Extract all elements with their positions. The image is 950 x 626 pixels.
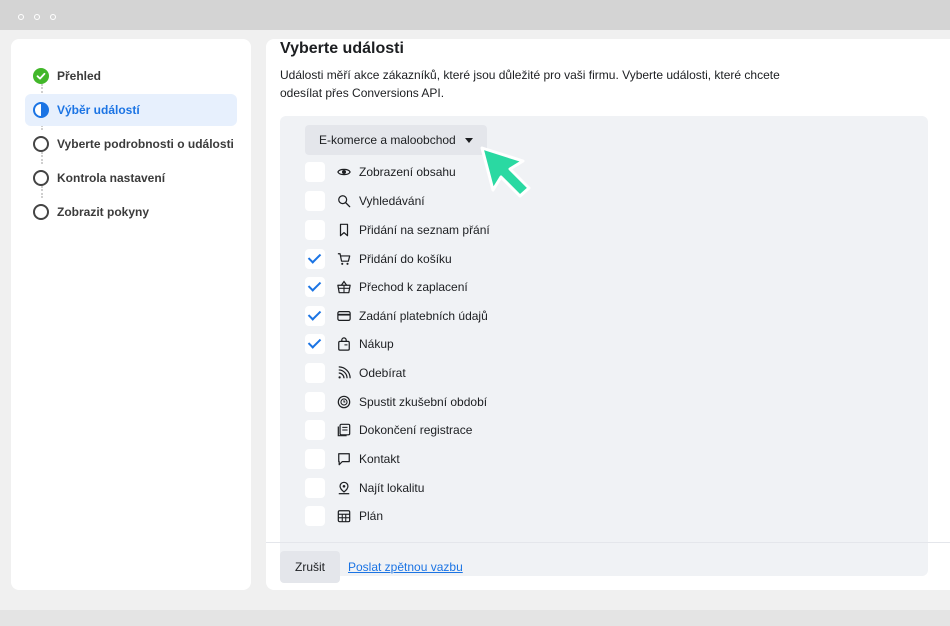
event-label: Přidání na seznam přání <box>359 223 490 237</box>
event-row-view-content[interactable]: Zobrazení obsahu <box>305 160 456 184</box>
step-label: Kontrola nastavení <box>57 171 166 185</box>
calendar-grid-icon <box>336 508 352 524</box>
eye-icon <box>336 164 352 180</box>
pointer-cursor-icon <box>480 144 532 203</box>
main-content: Vyberte události Události měří akce záka… <box>266 39 950 590</box>
event-row-initiate-checkout[interactable]: Přechod k zaplacení <box>305 275 468 299</box>
search-icon <box>336 193 352 209</box>
event-row-add-to-cart[interactable]: Přidání do košíku <box>305 247 452 271</box>
event-checkbox[interactable] <box>305 363 325 383</box>
shopping-bag-icon <box>336 336 352 352</box>
category-dropdown[interactable]: E-komerce a maloobchod <box>305 125 487 155</box>
credit-card-icon <box>336 308 352 324</box>
event-row-start-trial[interactable]: Spustit zkušební období <box>305 390 487 414</box>
event-label: Odebírat <box>359 366 406 380</box>
event-checkbox[interactable] <box>305 220 325 240</box>
event-label: Vyhledávání <box>359 194 425 208</box>
cancel-button[interactable]: Zrušit <box>280 551 340 583</box>
event-label: Dokončení registrace <box>359 423 473 437</box>
event-label: Zadání platebních údajů <box>359 309 488 323</box>
step-label: Přehled <box>57 69 102 83</box>
send-feedback-link[interactable]: Poslat zpětnou vazbu <box>348 551 463 583</box>
check-circle-icon <box>33 68 49 84</box>
event-label: Kontakt <box>359 452 400 466</box>
category-dropdown-value: E-komerce a maloobchod <box>319 133 456 147</box>
event-row-search[interactable]: Vyhledávání <box>305 189 425 213</box>
event-label: Spustit zkušební období <box>359 395 488 409</box>
window-minimize-dot[interactable] <box>34 14 40 20</box>
registration-icon <box>336 422 352 438</box>
trial-clock-icon <box>336 394 352 410</box>
event-checkbox[interactable] <box>305 449 325 469</box>
event-label: Najít lokalitu <box>359 481 425 495</box>
empty-circle-icon <box>33 204 49 220</box>
event-checkbox[interactable] <box>305 478 325 498</box>
window-bottom-strip <box>0 610 950 626</box>
event-row-purchase[interactable]: Nákup <box>305 332 394 356</box>
window-maximize-dot[interactable] <box>50 14 56 20</box>
event-row-contact[interactable]: Kontakt <box>305 447 400 471</box>
event-checkbox[interactable] <box>305 420 325 440</box>
event-row-subscribe[interactable]: Odebírat <box>305 361 406 385</box>
rss-icon <box>336 365 352 381</box>
events-panel: E-komerce a maloobchod Zobrazení obsahu … <box>280 116 928 576</box>
step-label: Vyberte podrobnosti o události <box>57 137 234 151</box>
event-label: Nákup <box>359 337 394 351</box>
basket-icon <box>336 279 352 295</box>
event-row-schedule[interactable]: Plán <box>305 504 383 528</box>
step-review-settings[interactable]: Kontrola nastavení <box>25 162 237 194</box>
bookmark-icon <box>336 222 352 238</box>
half-circle-icon <box>33 102 49 118</box>
event-checkbox[interactable] <box>305 191 325 211</box>
event-checkbox[interactable] <box>305 392 325 412</box>
event-checkbox[interactable] <box>305 306 325 326</box>
caret-down-icon <box>464 138 473 143</box>
event-checkbox[interactable] <box>305 162 325 182</box>
footer-divider <box>266 542 950 543</box>
event-checkbox[interactable] <box>305 249 325 269</box>
page-description: Události měří akce zákazníků, které jsou… <box>280 68 780 100</box>
event-checkbox[interactable] <box>305 277 325 297</box>
empty-circle-icon <box>33 136 49 152</box>
step-event-details[interactable]: Vyberte podrobnosti o události <box>25 128 237 160</box>
step-label: Výběr událostí <box>57 103 140 117</box>
event-row-add-payment-info[interactable]: Zadání platebních údajů <box>305 304 488 328</box>
event-checkbox[interactable] <box>305 334 325 354</box>
event-row-find-location[interactable]: Najít lokalitu <box>305 476 424 500</box>
step-show-instructions[interactable]: Zobrazit pokyny <box>25 196 237 228</box>
event-label: Přidání do košíku <box>359 252 452 266</box>
cart-icon <box>336 251 352 267</box>
step-overview[interactable]: Přehled <box>25 60 237 92</box>
event-label: Přechod k zaplacení <box>359 280 468 294</box>
event-row-add-to-wishlist[interactable]: Přidání na seznam přání <box>305 218 490 242</box>
setup-sidebar: Přehled Výběr událostí Vyberte podrobnos… <box>11 39 251 590</box>
page-title: Vyberte události <box>280 40 404 57</box>
empty-circle-icon <box>33 170 49 186</box>
location-pin-icon <box>336 480 352 496</box>
window-titlebar <box>0 0 950 30</box>
event-row-complete-registration[interactable]: Dokončení registrace <box>305 418 472 442</box>
step-label: Zobrazit pokyny <box>57 205 150 219</box>
chat-bubble-icon <box>336 451 352 467</box>
event-checkbox[interactable] <box>305 506 325 526</box>
event-label: Plán <box>359 509 384 523</box>
step-select-events[interactable]: Výběr událostí <box>25 94 237 126</box>
event-label: Zobrazení obsahu <box>359 165 456 179</box>
window-close-dot[interactable] <box>18 14 24 20</box>
